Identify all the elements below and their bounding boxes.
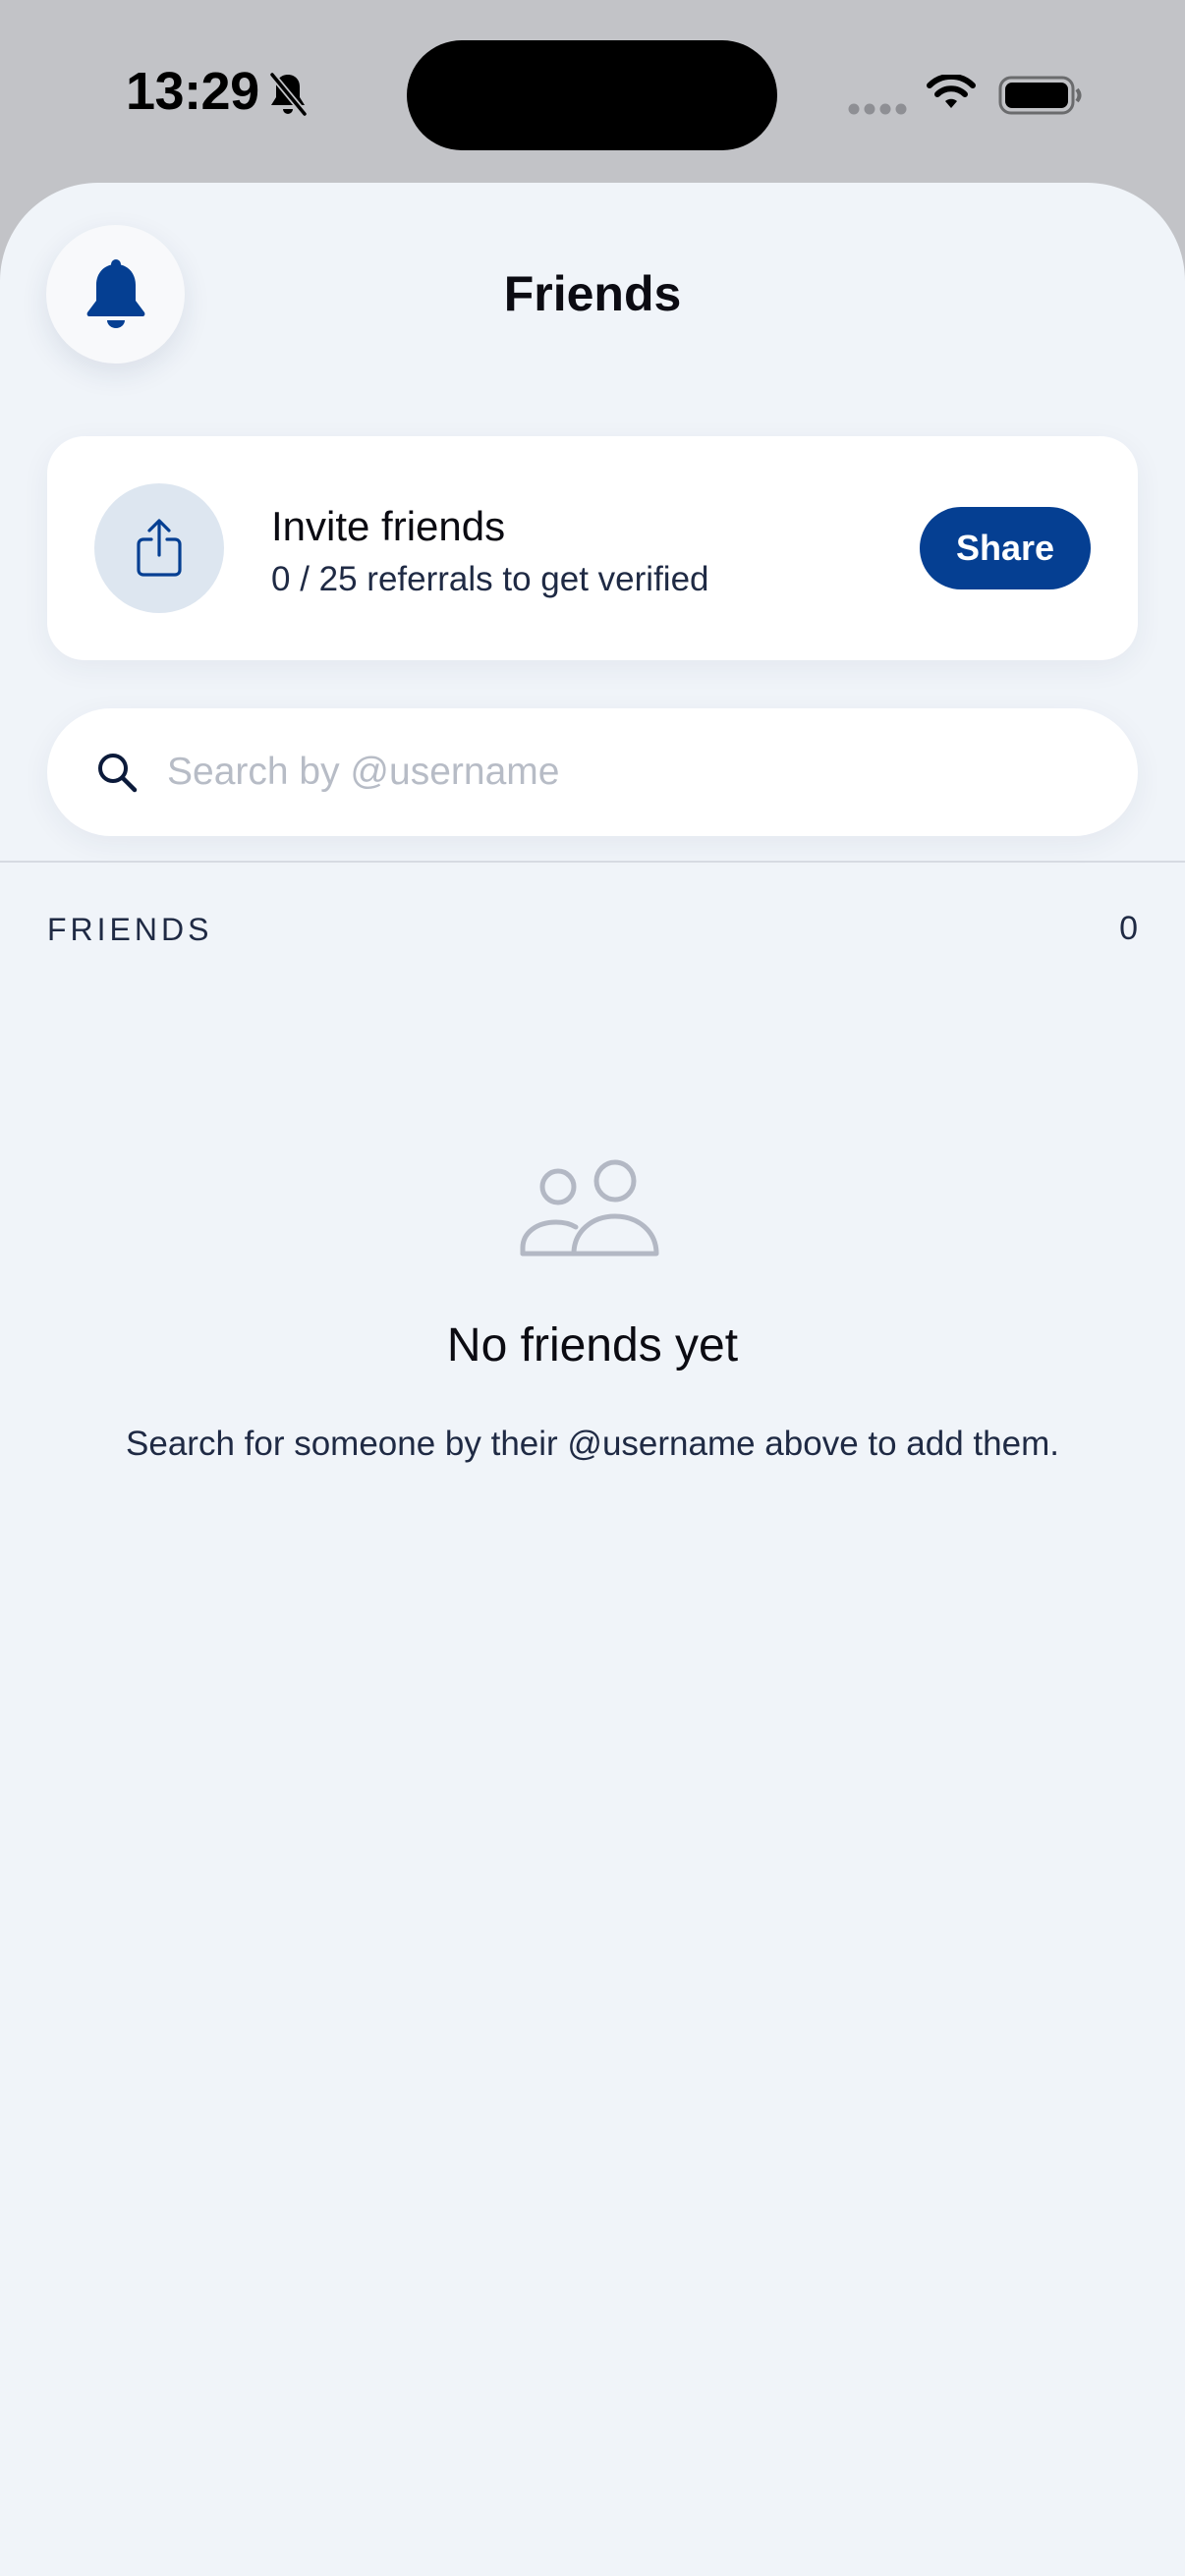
page-title: Friends: [503, 266, 682, 321]
friends-sheet: Friends Invite friends 0 / 25 referrals …: [0, 183, 1185, 2576]
referral-progress-text: 0 / 25 referrals to get verified: [271, 560, 709, 598]
empty-state-text: Search for someone by their @username ab…: [126, 1425, 1059, 1463]
search-icon: [98, 754, 138, 793]
share-button[interactable]: Share: [920, 507, 1091, 589]
friends-section-label: FRIENDS: [47, 912, 213, 947]
friends-count: 0: [1119, 910, 1138, 947]
invite-title: Invite friends: [271, 503, 506, 549]
divider: [0, 861, 1185, 863]
status-bar: 13:29: [0, 0, 1185, 183]
search-input[interactable]: [167, 708, 1091, 836]
share-icon: [137, 519, 182, 577]
cellular-icon: [848, 103, 907, 115]
invite-card: Invite friends 0 / 25 referrals to get v…: [47, 436, 1138, 660]
status-time: 13:29: [126, 62, 259, 121]
wifi-icon: [927, 75, 976, 108]
people-icon: [520, 1159, 659, 1257]
bell-slash-icon: [268, 71, 309, 118]
battery-icon: [998, 76, 1082, 115]
invite-icon-container: [94, 483, 224, 613]
search-bar[interactable]: [47, 708, 1138, 836]
empty-state-title: No friends yet: [446, 1319, 739, 1372]
dynamic-island: [407, 40, 777, 150]
